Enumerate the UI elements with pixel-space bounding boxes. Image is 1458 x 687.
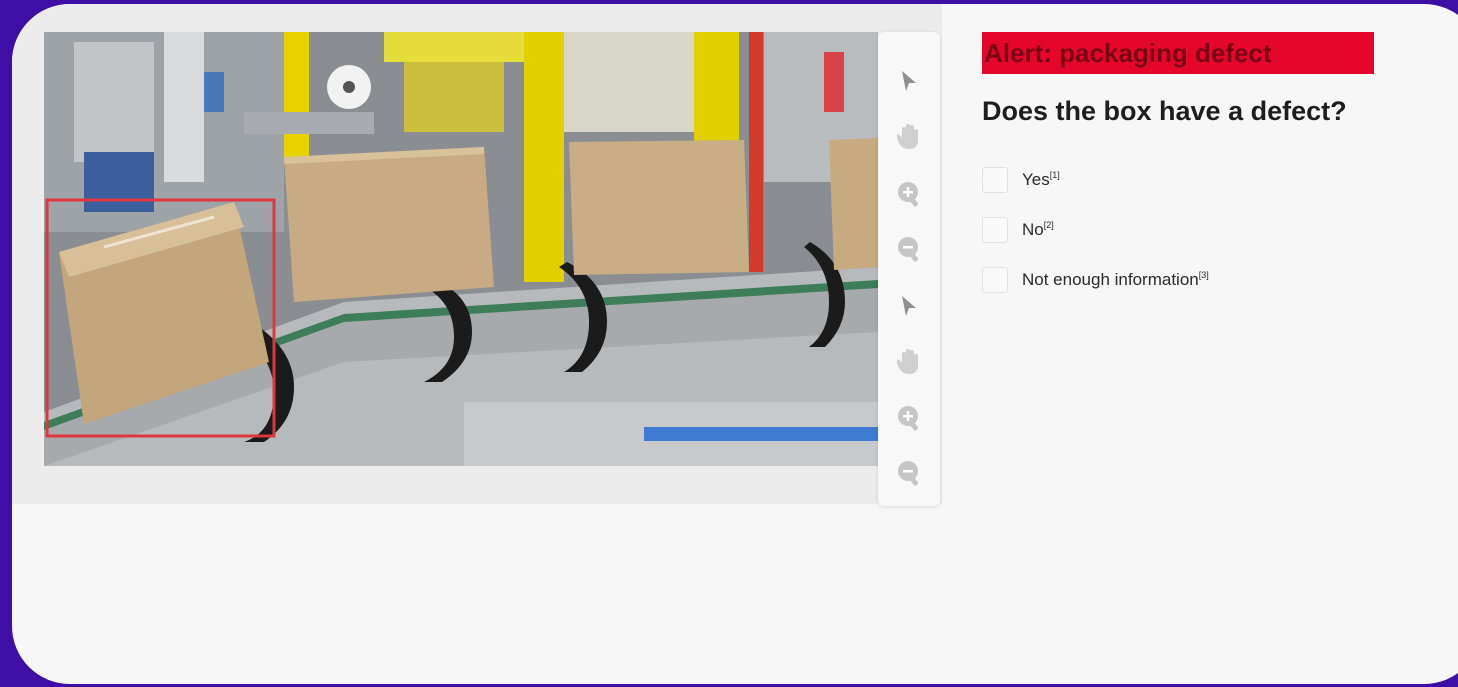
option-ref: [1]	[1049, 170, 1060, 180]
not-enough-information-checkbox[interactable]	[982, 267, 1008, 293]
annotation-toolbar	[878, 32, 940, 506]
no-checkbox[interactable]	[982, 217, 1008, 243]
zoom-out-icon[interactable]	[893, 457, 925, 489]
option-label: Not enough information	[1022, 270, 1199, 289]
option-label: Yes	[1022, 170, 1050, 189]
hand-icon[interactable]	[893, 346, 925, 378]
conveyor-photo[interactable]	[44, 32, 878, 466]
option-yes[interactable]: Yes[1]	[982, 166, 1060, 194]
zoom-out-icon[interactable]	[893, 233, 925, 265]
pointer-icon[interactable]	[893, 290, 925, 322]
zoom-in-icon[interactable]	[893, 402, 925, 434]
image-panel	[12, 4, 942, 504]
option-no[interactable]: No[2]	[982, 216, 1054, 244]
zoom-in-icon[interactable]	[893, 178, 925, 210]
annotation-card: Alert: packaging defect Does the box hav…	[12, 4, 1458, 684]
question-title: Does the box have a defect?	[982, 96, 1347, 126]
hand-icon[interactable]	[893, 121, 925, 153]
alert-banner: Alert: packaging defect	[982, 32, 1374, 74]
yes-checkbox[interactable]	[982, 167, 1008, 193]
option-not-enough-information[interactable]: Not enough information[3]	[982, 266, 1209, 294]
pointer-icon[interactable]	[893, 65, 925, 97]
option-ref: [3]	[1198, 270, 1209, 280]
option-ref: [2]	[1043, 220, 1054, 230]
option-label: No	[1022, 220, 1044, 239]
